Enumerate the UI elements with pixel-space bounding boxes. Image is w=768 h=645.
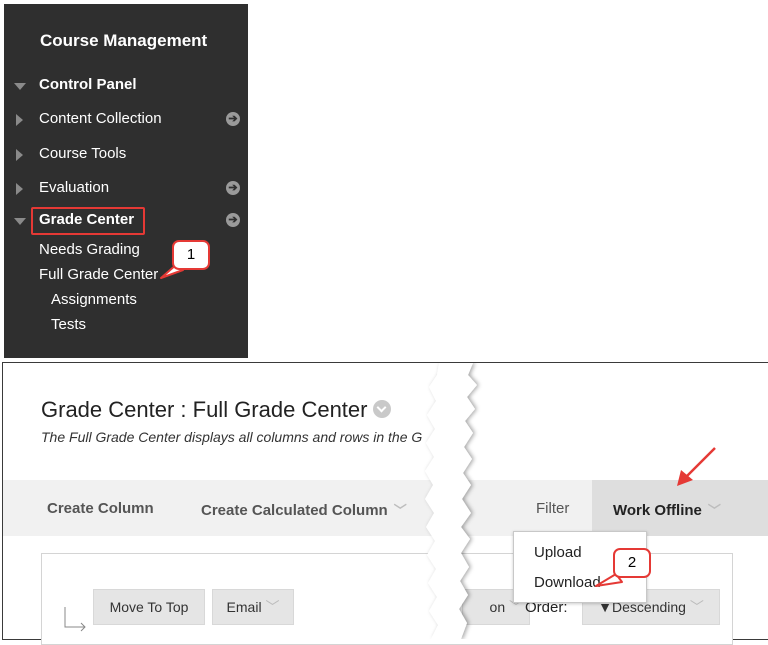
page-title: Grade Center : Full Grade Center: [41, 397, 392, 423]
go-arrow-icon[interactable]: ➔: [226, 181, 240, 195]
create-column-button[interactable]: Create Column: [47, 500, 154, 517]
work-offline-label: Work Offline: [613, 502, 702, 519]
sidebar-item-label: Course Tools: [39, 145, 127, 162]
sidebar-link-tests[interactable]: Tests: [51, 316, 86, 333]
sidebar-link-needs-grading[interactable]: Needs Grading: [39, 241, 140, 258]
torn-edge-decoration: [425, 363, 477, 639]
sidebar-item-label: Content Collection: [39, 110, 162, 127]
sidebar-item-course-tools[interactable]: Course Tools: [4, 143, 248, 167]
create-calculated-column-label: Create Calculated Column: [201, 502, 388, 519]
move-to-top-button[interactable]: Move To Top: [93, 589, 205, 625]
course-management-title: Course Management: [40, 31, 208, 50]
course-management-panel: Course Management Control Panel Content …: [4, 4, 248, 358]
annotation-arrow: [677, 447, 716, 486]
filter-label: Filter: [536, 500, 570, 517]
collapsed-arrow-icon: [16, 114, 23, 126]
expanded-arrow-icon: [14, 83, 26, 90]
go-arrow-icon[interactable]: ➔: [226, 213, 240, 227]
collapsed-arrow-icon: [16, 149, 23, 161]
create-calculated-column-button[interactable]: Create Calculated Column ﹀: [201, 500, 407, 519]
partial-label: on: [489, 599, 506, 615]
chevron-down-icon: ﹀: [689, 599, 704, 615]
row-connector-icon: [64, 607, 86, 632]
sidebar-item-content-collection[interactable]: Content Collection ➔: [4, 108, 248, 132]
sidebar-item-label: Evaluation: [39, 179, 110, 196]
chevron-down-icon: ﹀: [265, 599, 280, 615]
menu-item-upload[interactable]: Upload: [534, 544, 582, 561]
sidebar-link-full-grade-center[interactable]: Full Grade Center: [39, 266, 158, 283]
sidebar-item-label: Control Panel: [39, 76, 137, 93]
sidebar-item-evaluation[interactable]: Evaluation ➔: [4, 177, 248, 201]
filter-button[interactable]: Filter: [536, 500, 569, 517]
go-arrow-icon[interactable]: ➔: [226, 112, 240, 126]
collapsed-arrow-icon: [16, 183, 23, 195]
sidebar-item-grade-center[interactable]: Grade Center ➔: [4, 207, 248, 235]
expanded-arrow-icon: [14, 218, 26, 225]
page-title-text: Grade Center : Full Grade Center: [41, 397, 368, 422]
sidebar-link-assignments[interactable]: Assignments: [51, 291, 137, 308]
create-column-label: Create Column: [47, 500, 154, 517]
page-description: The Full Grade Center displays all colum…: [41, 429, 423, 445]
sidebar-item-label: Grade Center: [39, 211, 135, 228]
email-button[interactable]: Email ﹀: [212, 589, 294, 625]
grade-center-panel: Grade Center : Full Grade Center The Ful…: [2, 362, 768, 645]
callout-1: 1: [172, 240, 210, 270]
sidebar-item-control-panel[interactable]: Control Panel: [4, 74, 248, 98]
callout-2: 2: [613, 548, 651, 578]
chevron-down-icon: ﹀: [707, 503, 721, 518]
email-label: Email: [226, 599, 262, 615]
chevron-down-icon[interactable]: [373, 400, 392, 419]
action-bar: Create Column Create Calculated Column ﹀ …: [3, 480, 768, 536]
work-offline-label-wrap: Work Offline ﹀: [613, 500, 721, 519]
chevron-down-icon: ﹀: [393, 503, 407, 518]
